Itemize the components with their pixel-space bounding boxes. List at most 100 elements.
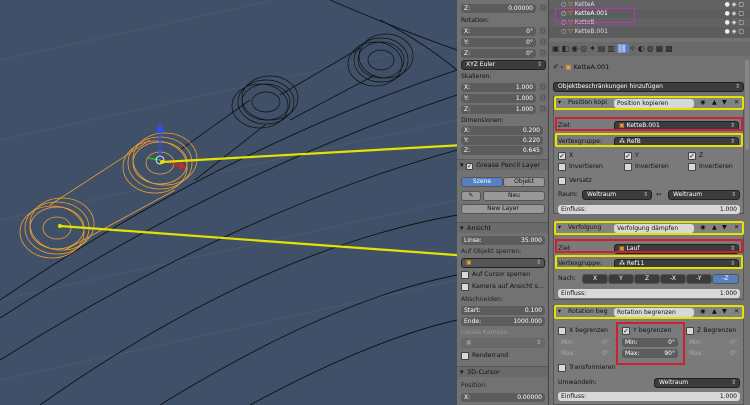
influence-field[interactable]: Einfluss: 1.000 bbox=[558, 205, 740, 214]
lock-icon[interactable]: ▢ bbox=[539, 49, 547, 57]
invert-y-checkbox[interactable] bbox=[624, 163, 632, 171]
checkbox-icon[interactable]: ✓ bbox=[466, 163, 473, 170]
view-panel-header[interactable]: Ansicht bbox=[457, 222, 548, 234]
dimensions-z-field[interactable]: Z: 0.645 bbox=[461, 146, 543, 155]
lock-icon[interactable]: ▢ bbox=[539, 94, 547, 102]
lock-camera-checkbox[interactable] bbox=[461, 283, 469, 291]
owner-space-dropdown[interactable]: Weltraum bbox=[582, 190, 652, 200]
property-tabs[interactable]: ▣◧◉◎✦▤▥⛓✧◐◍▦▩ bbox=[549, 42, 750, 56]
limit-y-checkbox[interactable]: ✓ bbox=[622, 327, 630, 335]
new-button[interactable]: Neu bbox=[483, 191, 545, 201]
lock-cursor-checkbox[interactable] bbox=[461, 271, 469, 279]
track-axis-neg-y[interactable]: -Y bbox=[686, 274, 712, 284]
tab-object[interactable]: Objekt bbox=[503, 177, 545, 187]
transform-checkbox[interactable] bbox=[558, 364, 566, 372]
z-max-field[interactable]: Max: 0° bbox=[686, 349, 740, 358]
track-axis-z[interactable]: Z bbox=[634, 274, 660, 284]
eye-icon[interactable]: ◉ bbox=[700, 98, 705, 107]
eye-icon[interactable]: ◉ bbox=[700, 307, 705, 316]
x-min-field[interactable]: Min: 0° bbox=[558, 338, 612, 347]
clip-end-field[interactable]: Ende: 1000.000 bbox=[461, 317, 545, 326]
rotation-mode-dropdown[interactable]: XYZ Euler bbox=[461, 60, 546, 70]
track-axis-y[interactable]: Y bbox=[608, 274, 634, 284]
dimensions-y-field[interactable]: Y: 0.220 bbox=[461, 136, 543, 145]
eye-icon[interactable]: ◉ bbox=[700, 223, 705, 232]
z-min-field[interactable]: Min: 0° bbox=[686, 338, 740, 347]
lock-object-dropdown[interactable]: ▣ bbox=[461, 258, 545, 268]
scale-y-field[interactable]: Y: 1.000 bbox=[461, 94, 536, 103]
vertex-group-dropdown[interactable]: ⁂ Ref11 bbox=[614, 259, 739, 269]
collapse-icon[interactable]: ▾ bbox=[558, 307, 561, 316]
field-label: X: bbox=[464, 28, 471, 35]
lock-icon[interactable]: ▢ bbox=[539, 38, 547, 46]
properties-editor: ○ ▽ KetteA ● ◈ ▢ ○ ▽ KetteA.001 ● ◈ ▢ ○ ▽ … bbox=[549, 0, 750, 405]
field-label: Y: bbox=[464, 95, 469, 102]
influence-field[interactable]: Einfluss: 1.000 bbox=[558, 392, 740, 401]
3d-cursor-panel-header[interactable]: 3D-Cursor bbox=[457, 366, 548, 378]
constraint-name-field[interactable]: Position kopieren bbox=[614, 99, 694, 108]
grease-pencil-panel-header[interactable]: ✓ Grease Pencil Layer bbox=[457, 159, 548, 171]
axis-y-checkbox[interactable]: ✓ bbox=[624, 152, 632, 160]
lock-icon[interactable]: ▢ bbox=[539, 4, 547, 12]
vertex-group-dropdown[interactable]: ⁂ RefB bbox=[614, 137, 739, 147]
track-axis-neg-z[interactable]: -Z bbox=[712, 274, 739, 284]
3d-viewport[interactable] bbox=[0, 0, 457, 405]
rotation-x-field[interactable]: X: 0° bbox=[461, 27, 536, 36]
add-constraint-dropdown[interactable]: Objektbeschränkungen hinzufügen bbox=[553, 82, 744, 92]
constraint-name-field[interactable]: Rotation begrenzen bbox=[614, 308, 694, 317]
target-space-dropdown[interactable]: Weltraum bbox=[668, 190, 740, 200]
up-icon[interactable]: ▲ bbox=[712, 307, 717, 316]
lens-field[interactable]: Linse: 35.000 bbox=[461, 236, 545, 245]
close-icon[interactable]: ✕ bbox=[734, 98, 739, 107]
lock-icon[interactable]: ▢ bbox=[539, 105, 547, 113]
collapse-icon[interactable]: ▾ bbox=[558, 223, 561, 232]
tab-scene[interactable]: Szene bbox=[461, 177, 503, 187]
collapse-icon[interactable]: ▾ bbox=[558, 98, 561, 107]
down-icon[interactable]: ▼ bbox=[722, 223, 727, 232]
influence-field[interactable]: Einfluss: 1.000 bbox=[558, 289, 740, 298]
target-dropdown[interactable]: ▣ Lauf bbox=[614, 244, 739, 254]
limit-z-checkbox[interactable] bbox=[686, 327, 694, 335]
y-max-field[interactable]: Max: 90° bbox=[622, 349, 678, 358]
rotation-z-field[interactable]: Z: 0° bbox=[461, 49, 536, 58]
offset-checkbox[interactable] bbox=[558, 177, 566, 185]
axis-z-checkbox[interactable]: ✓ bbox=[688, 152, 696, 160]
render-border-checkbox[interactable] bbox=[461, 352, 469, 360]
pencil-icon[interactable]: ✎ bbox=[461, 191, 481, 201]
dimensions-x-field[interactable]: X: 0.200 bbox=[461, 126, 543, 135]
track-axis-x[interactable]: X bbox=[582, 274, 608, 284]
cursor-x-field[interactable]: X: 0.00000 bbox=[461, 393, 545, 402]
target-label: Ziel: bbox=[558, 245, 572, 252]
up-icon[interactable]: ▲ bbox=[712, 223, 717, 232]
lock-icon[interactable]: ▢ bbox=[539, 83, 547, 91]
rotation-y-field[interactable]: Y: 0° bbox=[461, 38, 536, 47]
local-camera-dropdown[interactable]: ▣ bbox=[461, 338, 545, 348]
scale-x-field[interactable]: X: 1.000 bbox=[461, 83, 536, 92]
outliner-row[interactable]: ○ ▽ KetteB.001 ● ◈ ▢ bbox=[549, 27, 750, 36]
down-icon[interactable]: ▼ bbox=[722, 307, 727, 316]
new-layer-button[interactable]: New Layer bbox=[461, 204, 545, 214]
up-icon[interactable]: ▲ bbox=[712, 98, 717, 107]
track-axis-neg-x[interactable]: -X bbox=[660, 274, 686, 284]
limit-x-checkbox[interactable] bbox=[558, 327, 566, 335]
field-label: Ende: bbox=[464, 318, 482, 325]
axis-x-checkbox[interactable]: ✓ bbox=[558, 152, 566, 160]
target-dropdown[interactable]: ▣ KetteB.001 bbox=[614, 121, 739, 131]
scrollbar[interactable] bbox=[745, 60, 749, 150]
field-label: Min: bbox=[625, 339, 638, 346]
convert-space-dropdown[interactable]: Weltraum bbox=[654, 378, 740, 388]
pin-icon[interactable]: ✐ bbox=[553, 63, 558, 71]
close-icon[interactable]: ✕ bbox=[734, 223, 739, 232]
close-icon[interactable]: ✕ bbox=[734, 307, 739, 316]
y-min-field[interactable]: Min: 0° bbox=[622, 338, 678, 347]
x-max-field[interactable]: Max: 0° bbox=[558, 349, 612, 358]
invert-z-checkbox[interactable] bbox=[688, 163, 696, 171]
down-icon[interactable]: ▼ bbox=[722, 98, 727, 107]
constraint-name-field[interactable]: Verfolgung dämpfen bbox=[614, 224, 694, 233]
location-z-field[interactable]: Z: 0.00000 bbox=[461, 4, 536, 13]
scale-z-field[interactable]: Z: 1.000 bbox=[461, 105, 536, 114]
invert-x-checkbox[interactable] bbox=[558, 163, 566, 171]
lock-icon[interactable]: ▢ bbox=[539, 27, 547, 35]
outliner-selection-highlight bbox=[555, 8, 635, 23]
clip-start-field[interactable]: Start: 0.100 bbox=[461, 306, 545, 315]
